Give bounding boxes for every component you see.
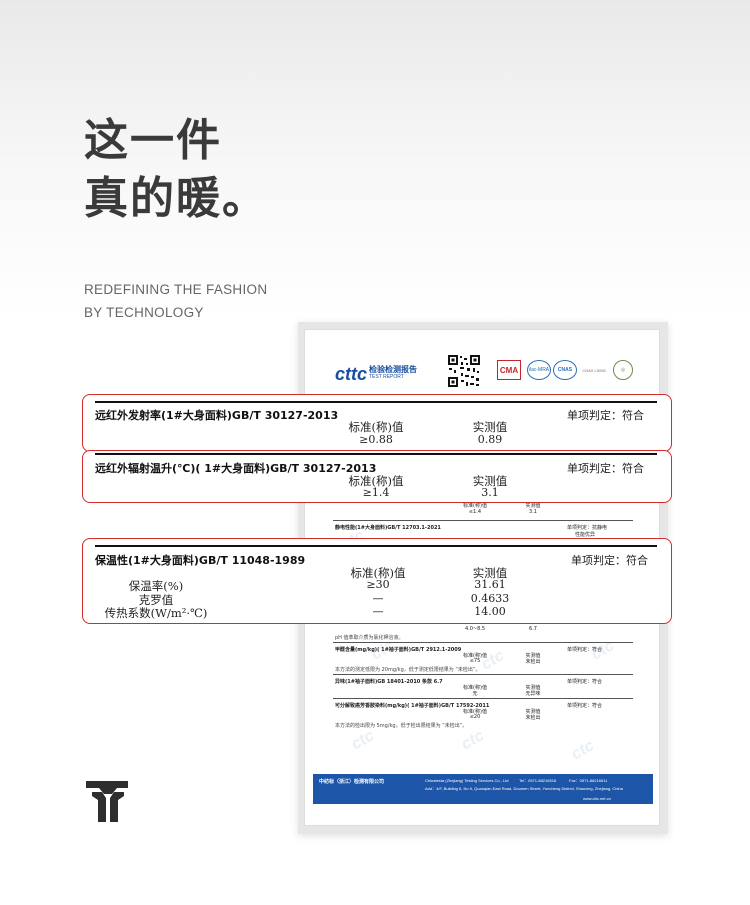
callout-rule — [95, 401, 657, 403]
report-footer: 中纺标（浙江）检测有限公司 Chinatesta (Zhejiang) Test… — [313, 774, 653, 804]
tagline-line-2: BY TECHNOLOGY — [84, 305, 204, 320]
tagline: REDEFINING THE FASHION BY TECHNOLOGY — [84, 278, 267, 324]
headline-line-2: 真的暖。 — [84, 173, 268, 224]
callout-judgement: 单项判定：符合 — [567, 409, 644, 422]
divider — [333, 642, 633, 643]
callout-thermal-insulation: 保温性(1#大身面料)GB/T 11048-1989 单项判定：符合 标准(称)… — [82, 538, 672, 624]
svg-text:ctc: ctc — [349, 727, 378, 753]
brand-logo-icon — [86, 781, 128, 822]
divider — [333, 674, 633, 675]
cma-badge: CMA — [497, 360, 521, 380]
divider — [333, 698, 633, 699]
row-value: 31.61 — [474, 578, 506, 591]
report-title-en: TEST REPORT — [369, 374, 404, 380]
measured-value: 0.89 — [477, 433, 503, 446]
callout-title: 保温性(1#大身面料)GB/T 11048-1989 — [95, 554, 306, 567]
row-value: 14.00 — [474, 605, 506, 618]
seal-icon: ◎ — [613, 360, 633, 380]
callout-title: 远红外发射率(1#大身面料)GB/T 30127-2013 — [95, 409, 339, 422]
divider — [333, 520, 633, 521]
row-std: — — [372, 592, 384, 605]
report-brand: cttc 检验检测报告 TEST REPORT — [335, 362, 445, 384]
cnas-badge: CNAS — [553, 360, 577, 380]
qr-code-icon — [447, 354, 481, 388]
row-std: — — [372, 605, 384, 618]
tagline-line-1: REDEFINING THE FASHION — [84, 282, 268, 297]
callout-rule — [95, 545, 657, 547]
svg-text:ctc: ctc — [459, 727, 488, 753]
row-name: 传热系数(W/m²·℃) — [104, 606, 208, 620]
cnas-lab-badge: CNAS L5058 — [582, 367, 606, 373]
certification-badges: CMA ilac-MRA CNAS CNAS L5058 ◎ — [497, 360, 637, 384]
callout-far-infrared-temperature-rise: 远红外辐射温升(℃)( 1#大身面料)GB/T 30127-2013 单项判定：… — [82, 450, 672, 503]
measured-value: 3.1 — [481, 486, 499, 499]
headline-line-1: 这一件 — [84, 115, 222, 166]
row-std: ≥30 — [366, 578, 390, 591]
std-value: ≥0.88 — [359, 433, 393, 446]
ilac-mra-badge: ilac-MRA — [527, 360, 551, 380]
callout-judgement: 单项判定：符合 — [571, 554, 648, 567]
svg-text:ctc: ctc — [569, 737, 598, 763]
row-value: 0.4633 — [470, 592, 510, 605]
callout-far-infrared-emissivity: 远红外发射率(1#大身面料)GB/T 30127-2013 单项判定：符合 标准… — [82, 394, 672, 452]
cttc-logo: cttc — [335, 364, 368, 384]
std-value: ≥1.4 — [362, 486, 390, 499]
headline: 这一件 真的暖。 — [84, 112, 268, 228]
callout-rule — [95, 453, 657, 455]
callout-judgement: 单项判定：符合 — [567, 462, 644, 475]
